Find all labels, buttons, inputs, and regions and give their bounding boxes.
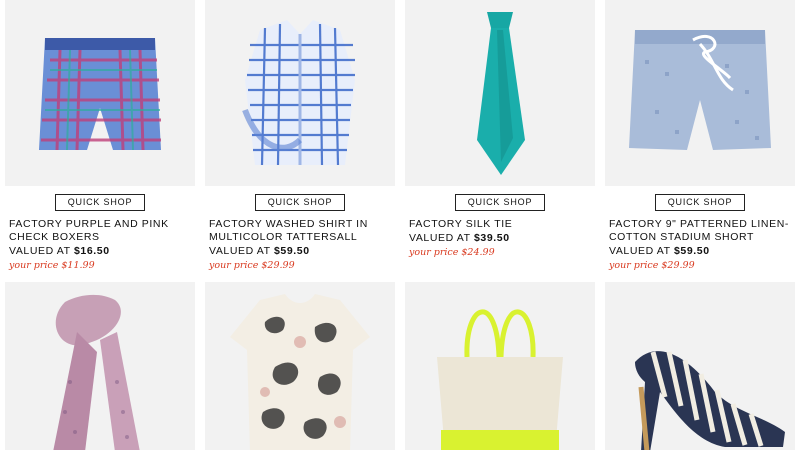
shorts-icon bbox=[629, 30, 771, 150]
product-card[interactable] bbox=[205, 282, 395, 450]
boxers-icon bbox=[39, 38, 161, 151]
product-image[interactable] bbox=[205, 0, 395, 186]
striped-heel-icon bbox=[635, 351, 785, 450]
product-image[interactable] bbox=[5, 0, 195, 186]
valued-at: VALUED AT $16.50 bbox=[5, 245, 195, 258]
product-grid: QUICK SHOP FACTORY PURPLE AND PINK CHECK… bbox=[0, 0, 800, 450]
product-image[interactable] bbox=[605, 0, 795, 186]
product-name[interactable]: FACTORY PURPLE AND PINK CHECK BOXERS bbox=[5, 218, 195, 244]
tie-icon bbox=[477, 12, 525, 175]
product-image[interactable] bbox=[405, 282, 595, 450]
your-price: your price $24.99 bbox=[409, 247, 495, 258]
valued-amount: $39.50 bbox=[473, 232, 510, 244]
product-name[interactable]: FACTORY 9" PATTERNED LINEN-COTTON STADIU… bbox=[605, 218, 795, 244]
valued-amount: $59.50 bbox=[273, 245, 310, 257]
valued-amount: $16.50 bbox=[73, 245, 110, 257]
shirt-icon bbox=[242, 20, 355, 166]
product-image[interactable] bbox=[405, 0, 595, 186]
product-image[interactable] bbox=[205, 282, 395, 450]
product-card[interactable] bbox=[5, 282, 195, 450]
valued-label: VALUED AT bbox=[9, 245, 71, 257]
product-card[interactable] bbox=[605, 282, 795, 450]
valued-label: VALUED AT bbox=[409, 232, 471, 244]
product-name[interactable]: FACTORY WASHED SHIRT IN MULTICOLOR TATTE… bbox=[205, 218, 395, 244]
product-image[interactable] bbox=[5, 282, 195, 450]
product-card[interactable] bbox=[405, 282, 595, 450]
valued-at: VALUED AT $39.50 bbox=[405, 232, 595, 245]
your-price: your price $29.99 bbox=[209, 260, 295, 271]
floral-top-icon bbox=[230, 294, 370, 450]
product-card[interactable]: QUICK SHOP FACTORY WASHED SHIRT IN MULTI… bbox=[205, 0, 395, 272]
quick-shop-button[interactable]: QUICK SHOP bbox=[655, 194, 745, 211]
product-image[interactable] bbox=[605, 282, 795, 450]
quick-shop-button[interactable]: QUICK SHOP bbox=[455, 194, 545, 211]
product-card[interactable]: QUICK SHOP FACTORY PURPLE AND PINK CHECK… bbox=[5, 0, 195, 272]
valued-at: VALUED AT $59.50 bbox=[605, 245, 795, 258]
quick-shop-button[interactable]: QUICK SHOP bbox=[255, 194, 345, 211]
valued-label: VALUED AT bbox=[209, 245, 271, 257]
your-price: your price $11.99 bbox=[9, 260, 95, 271]
valued-at: VALUED AT $59.50 bbox=[205, 245, 395, 258]
tote-bag-icon bbox=[437, 309, 563, 450]
valued-amount: $59.50 bbox=[673, 245, 710, 257]
product-name[interactable]: FACTORY SILK TIE bbox=[405, 218, 595, 231]
quick-shop-button[interactable]: QUICK SHOP bbox=[55, 194, 145, 211]
your-price: your price $29.99 bbox=[609, 260, 695, 271]
valued-label: VALUED AT bbox=[609, 245, 671, 257]
scarf-icon bbox=[53, 294, 140, 450]
product-card[interactable]: QUICK SHOP FACTORY SILK TIE VALUED AT $3… bbox=[405, 0, 595, 259]
product-card[interactable]: QUICK SHOP FACTORY 9" PATTERNED LINEN-CO… bbox=[605, 0, 795, 272]
